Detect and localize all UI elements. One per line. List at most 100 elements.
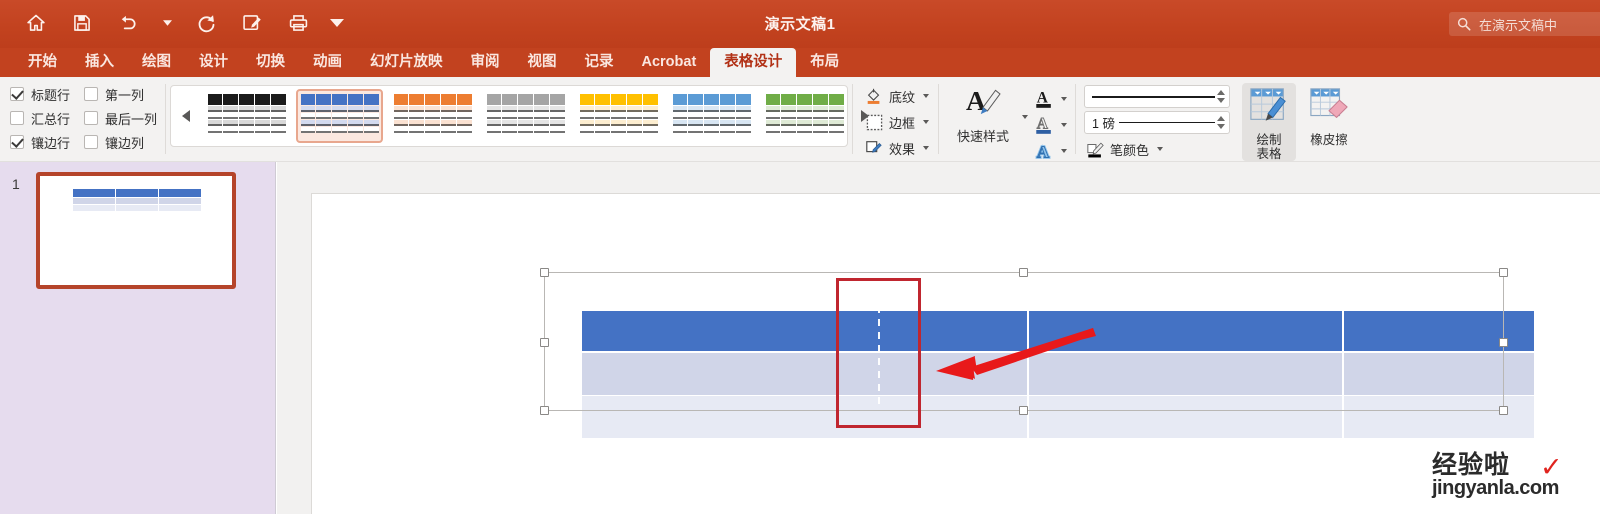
first-column-checkbox[interactable]: 第一列 xyxy=(84,84,157,104)
preview-header-row xyxy=(393,94,472,105)
total-row-checkbox[interactable]: 汇总行 xyxy=(10,108,70,128)
preview-row xyxy=(207,127,286,133)
shading-button[interactable]: 底纹 xyxy=(861,84,932,108)
chevron-down-icon[interactable] xyxy=(1157,147,1164,151)
resize-handle-middle-left[interactable] xyxy=(540,338,549,347)
header-row-checkbox[interactable]: 标题行 xyxy=(10,84,70,104)
tab-1[interactable]: 插入 xyxy=(71,48,128,77)
chevron-down-icon[interactable] xyxy=(923,94,930,98)
wordart-quick-styles-button[interactable]: A 快速样式 xyxy=(947,83,1019,145)
search-input[interactable]: 在演示文稿中 xyxy=(1449,12,1600,36)
preview-row xyxy=(672,106,751,112)
last-column-checkbox[interactable]: 最后一列 xyxy=(84,108,157,128)
powerpoint-window: 演示文稿1 在演示文稿中 开始 插入 绘图 设计 切换 动画 幻灯片放映 审阅 视图 记录 Acro… xyxy=(0,0,1600,514)
effects-button[interactable]: 效果 xyxy=(861,136,932,160)
pen-color-button[interactable]: 笔颜色 xyxy=(1084,137,1230,161)
chevron-down-icon[interactable] xyxy=(1061,122,1068,127)
scroll-prev-arrow[interactable] xyxy=(175,88,197,144)
chevron-down-icon[interactable] xyxy=(1061,148,1068,153)
chevron-down-icon[interactable] xyxy=(923,146,930,150)
shading-bucket-icon xyxy=(864,86,884,106)
pen-style-spinner[interactable] xyxy=(1215,90,1227,103)
tab-8[interactable]: 视图 xyxy=(514,48,571,77)
tab-11[interactable]: 表格设计 xyxy=(710,48,797,77)
chevron-down-icon[interactable] xyxy=(923,120,930,124)
table-style-gray[interactable] xyxy=(482,89,569,143)
wordart-quick-styles-icon: A xyxy=(963,85,1003,124)
tab-10[interactable]: Acrobat xyxy=(628,48,711,77)
preview-row xyxy=(765,127,844,133)
tab-5[interactable]: 动画 xyxy=(299,48,356,77)
table-style-gold[interactable] xyxy=(575,89,662,143)
table-styles-gallery xyxy=(170,85,870,147)
tab-3[interactable]: 设计 xyxy=(185,48,242,77)
resize-handle-bottom-left[interactable] xyxy=(540,406,549,415)
table-style-preview xyxy=(300,94,379,138)
resize-handle-top-right[interactable] xyxy=(1499,268,1508,277)
draw-table-button[interactable]: 绘制 表格 xyxy=(1242,83,1297,161)
table-style-black[interactable] xyxy=(203,89,290,143)
pen-color-label: 笔颜色 xyxy=(1110,142,1150,158)
text-effects-button[interactable]: A A xyxy=(1030,138,1071,163)
search-placeholder: 在演示文稿中 xyxy=(1479,17,1558,33)
preview-row xyxy=(393,106,472,112)
tab-7[interactable]: 审阅 xyxy=(457,48,514,77)
text-outline-button[interactable]: A xyxy=(1030,112,1071,137)
preview-row xyxy=(765,113,844,119)
tab-6[interactable]: 幻灯片放映 xyxy=(356,48,457,77)
pen-style-dropdown[interactable] xyxy=(1084,85,1231,108)
table-style-orange[interactable] xyxy=(389,89,476,143)
checkbox-mark[interactable] xyxy=(84,111,99,125)
checkbox-mark[interactable] xyxy=(10,135,24,149)
tab-9[interactable]: 记录 xyxy=(571,48,628,77)
pen-weight-sample xyxy=(1118,121,1216,124)
resize-handle-bottom-center[interactable] xyxy=(1019,406,1028,415)
text-fill-button[interactable]: A xyxy=(1030,86,1071,111)
slide-number: 1 xyxy=(12,176,20,192)
wordart-styles-group: A 快速样式 A A A A xyxy=(939,77,1075,163)
preview-row xyxy=(486,113,565,119)
checkbox-mark[interactable] xyxy=(84,87,99,101)
eraser-label: 橡皮擦 xyxy=(1310,133,1348,147)
banded-columns-checkbox[interactable]: 镶边列 xyxy=(84,132,157,152)
resize-handle-bottom-right[interactable] xyxy=(1499,406,1508,415)
effects-icon xyxy=(864,138,884,158)
banded-rows-checkbox[interactable]: 镶边行 xyxy=(10,132,70,152)
preview-row xyxy=(579,127,658,133)
preview-row xyxy=(393,120,472,126)
eraser-button[interactable]: 橡皮擦 xyxy=(1302,83,1356,147)
wordart-gallery-caret[interactable] xyxy=(1019,115,1029,137)
checkbox-mark[interactable] xyxy=(10,111,24,125)
title-bar: 演示文稿1 在演示文稿中 xyxy=(0,0,1600,48)
borders-label: 边框 xyxy=(889,115,916,131)
draw-table-icon xyxy=(1248,86,1290,131)
pen-weight-spinner[interactable] xyxy=(1215,116,1227,129)
table-style-blue[interactable] xyxy=(296,89,384,143)
table-style-preview xyxy=(672,94,751,138)
resize-handle-top-center[interactable] xyxy=(1019,268,1028,277)
pen-weight-dropdown[interactable]: 1 磅 xyxy=(1084,111,1231,134)
shading-borders-effects-group: 底纹 边框 效果 xyxy=(853,77,938,161)
table-style-lightblue[interactable] xyxy=(668,89,755,143)
resize-handle-middle-right[interactable] xyxy=(1499,338,1508,347)
resize-handle-top-left[interactable] xyxy=(540,268,549,277)
preview-row xyxy=(672,113,751,119)
table-style-green[interactable] xyxy=(761,89,848,143)
preview-row xyxy=(765,106,844,112)
option-label: 第一列 xyxy=(105,87,145,103)
checkbox-mark[interactable] xyxy=(84,135,99,149)
tab-12[interactable]: 布局 xyxy=(796,48,853,77)
checkbox-mark[interactable] xyxy=(10,87,24,101)
preview-row xyxy=(672,127,751,133)
chevron-down-icon[interactable] xyxy=(1061,96,1068,101)
borders-button[interactable]: 边框 xyxy=(861,110,932,134)
table-style-options-group: 标题行汇总行镶边行 第一列最后一列镶边列 xyxy=(0,77,165,161)
slide-thumbnail-content xyxy=(40,176,232,285)
tab-4[interactable]: 切换 xyxy=(242,48,299,77)
tab-2[interactable]: 绘图 xyxy=(128,48,185,77)
options-column-2: 第一列最后一列镶边列 xyxy=(84,84,157,161)
slide-thumbnail-1[interactable] xyxy=(36,172,236,289)
thumbnail-table-header xyxy=(73,189,201,197)
preview-row xyxy=(393,113,472,119)
tab-0[interactable]: 开始 xyxy=(14,48,71,77)
